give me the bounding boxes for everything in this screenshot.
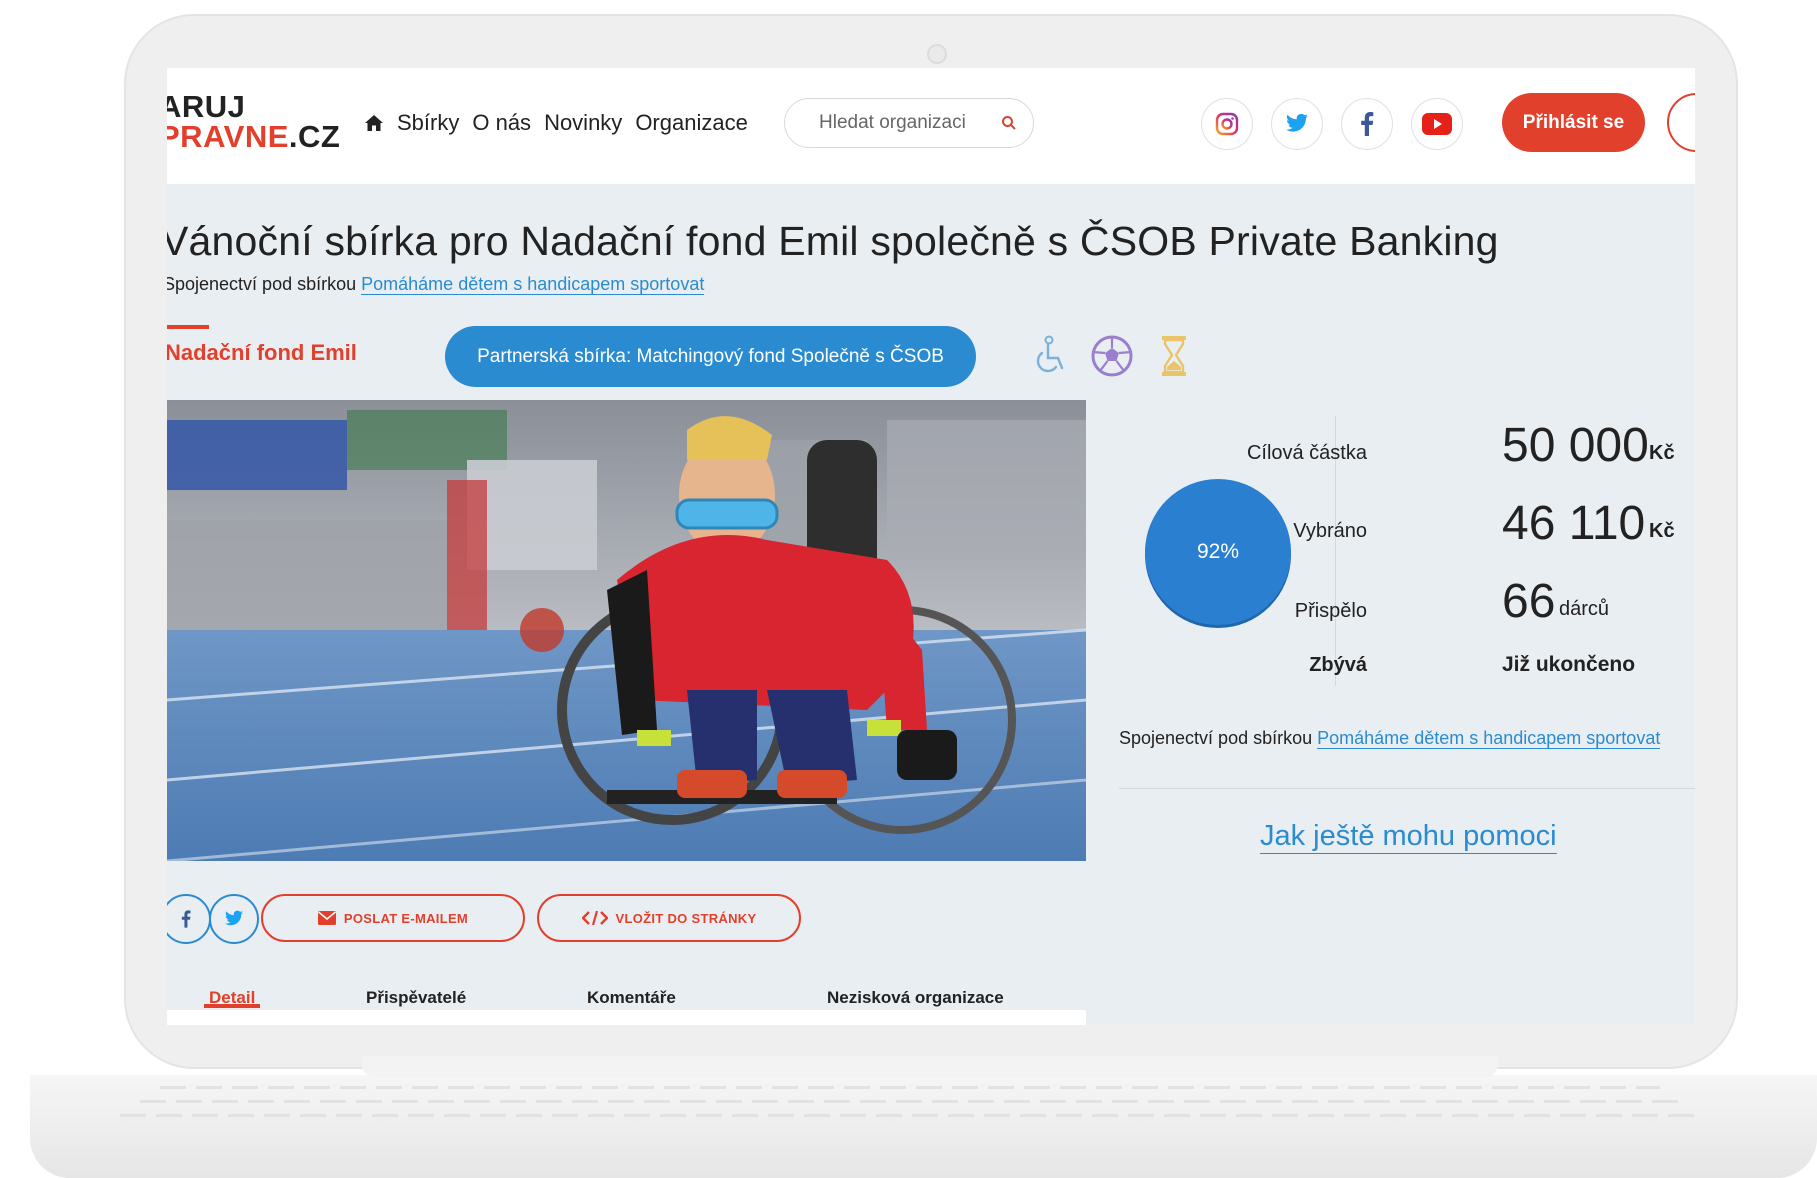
sidebar-alliance-link[interactable]: Pomáháme dětem s handicapem sportovat xyxy=(1317,728,1661,749)
logo-line2: PRAVNE xyxy=(167,119,289,154)
laptop-hinge xyxy=(362,1056,1498,1078)
page-title: Vánoční sbírka pro Nadační fond Emil spo… xyxy=(167,218,1499,264)
nav-item-novinky[interactable]: Novinky xyxy=(544,110,622,136)
nav-item-organizace[interactable]: Organizace xyxy=(635,110,748,136)
keyboard-row xyxy=(160,1086,1660,1089)
code-icon xyxy=(581,910,608,926)
youtube-button[interactable] xyxy=(1411,98,1463,150)
donors-unit: dárců xyxy=(1559,598,1610,620)
search-input[interactable] xyxy=(785,99,985,147)
logo-domain: .CZ xyxy=(288,119,341,154)
camera xyxy=(927,44,947,64)
instagram-button[interactable] xyxy=(1201,98,1253,150)
site-header: ARUJ PRAVNE.CZ Sbírky O nás Novinky Orga… xyxy=(167,68,1695,184)
search-icon[interactable] xyxy=(1001,115,1017,131)
envelope-icon xyxy=(317,911,336,925)
embed-button[interactable]: VLOŽIT DO STRÁNKY xyxy=(537,894,801,942)
embed-label: VLOŽIT DO STRÁNKY xyxy=(615,910,757,926)
alliance-link[interactable]: Pomáháme dětem s handicapem sportovat xyxy=(361,274,705,295)
target-value: 50 000 xyxy=(1502,419,1649,472)
collected-value: 46 110 xyxy=(1502,497,1646,550)
sidebar-divider xyxy=(1119,788,1695,789)
active-tab-indicator xyxy=(204,1004,260,1008)
youtube-icon xyxy=(1422,113,1452,135)
how-can-i-help-link[interactable]: Jak ještě mohu pomoci xyxy=(1260,820,1557,854)
donors-value: 66 xyxy=(1502,575,1556,628)
screen: ARUJ PRAVNE.CZ Sbírky O nás Novinky Orga… xyxy=(167,68,1695,1025)
twitter-icon xyxy=(1286,113,1308,132)
ball-icon xyxy=(1091,335,1133,377)
send-email-button[interactable]: POSLAT E-MAILEM xyxy=(261,894,525,942)
login-button[interactable]: Přihlásit se xyxy=(1502,93,1645,152)
share-twitter-button[interactable] xyxy=(209,894,259,944)
remaining-value: Již ukončeno xyxy=(1502,653,1636,676)
share-facebook-button[interactable] xyxy=(167,894,211,944)
register-button[interactable] xyxy=(1667,93,1695,152)
main-nav: Sbírky O nás Novinky Organizace xyxy=(364,110,748,136)
keyboard-row xyxy=(120,1114,1700,1117)
alliance-line: Spojenectví pod sbírkou Pomáháme dětem s… xyxy=(167,274,705,295)
hourglass-icon xyxy=(1162,336,1186,376)
tab-comments[interactable]: Komentáře xyxy=(587,988,676,1008)
home-icon[interactable] xyxy=(364,113,384,133)
site-logo[interactable]: ARUJ PRAVNE.CZ xyxy=(167,89,341,154)
wheelchair-athlete-image xyxy=(167,400,1086,861)
nav-item-sbirky[interactable]: Sbírky xyxy=(397,110,459,136)
facebook-icon xyxy=(1361,112,1374,136)
donors-label: Přispělo xyxy=(1294,600,1367,622)
logo-line1: ARUJ xyxy=(167,89,246,124)
wheelchair-icon xyxy=(1036,335,1064,373)
instagram-icon xyxy=(1215,112,1239,136)
org-accent-bar xyxy=(167,325,209,329)
facebook-button[interactable] xyxy=(1341,98,1393,150)
remaining-label: Zbývá xyxy=(1309,654,1367,676)
target-label: Cílová částka xyxy=(1246,442,1367,464)
alliance-prefix: Spojenectví pod sbírkou xyxy=(167,274,357,294)
sidebar-alliance-prefix: Spojenectví pod sbírkou xyxy=(1119,728,1313,748)
tab-content-top xyxy=(167,1010,1086,1025)
laptop-base xyxy=(30,1075,1817,1178)
tab-contributors[interactable]: Přispěvatelé xyxy=(366,988,466,1008)
target-unit: Kč xyxy=(1649,442,1675,464)
organization-link[interactable]: Nadační fond Emil xyxy=(167,340,357,366)
partner-badge[interactable]: Partnerská sbírka: Matchingový fond Spol… xyxy=(445,326,976,387)
nav-item-o-nas[interactable]: O nás xyxy=(472,110,531,136)
sidebar-alliance-line: Spojenectví pod sbírkou Pomáháme dětem s… xyxy=(1119,728,1661,749)
collected-label: Vybráno xyxy=(1293,520,1367,542)
twitter-icon xyxy=(225,910,243,926)
facebook-icon xyxy=(181,910,191,928)
send-email-label: POSLAT E-MAILEM xyxy=(343,910,469,926)
tab-nonprofit[interactable]: Nezisková organizace xyxy=(827,988,1004,1008)
collected-unit: Kč xyxy=(1649,520,1675,542)
campaign-photo xyxy=(167,400,1086,861)
search-box xyxy=(784,98,1034,148)
twitter-button[interactable] xyxy=(1271,98,1323,150)
keyboard-row xyxy=(140,1100,1680,1103)
